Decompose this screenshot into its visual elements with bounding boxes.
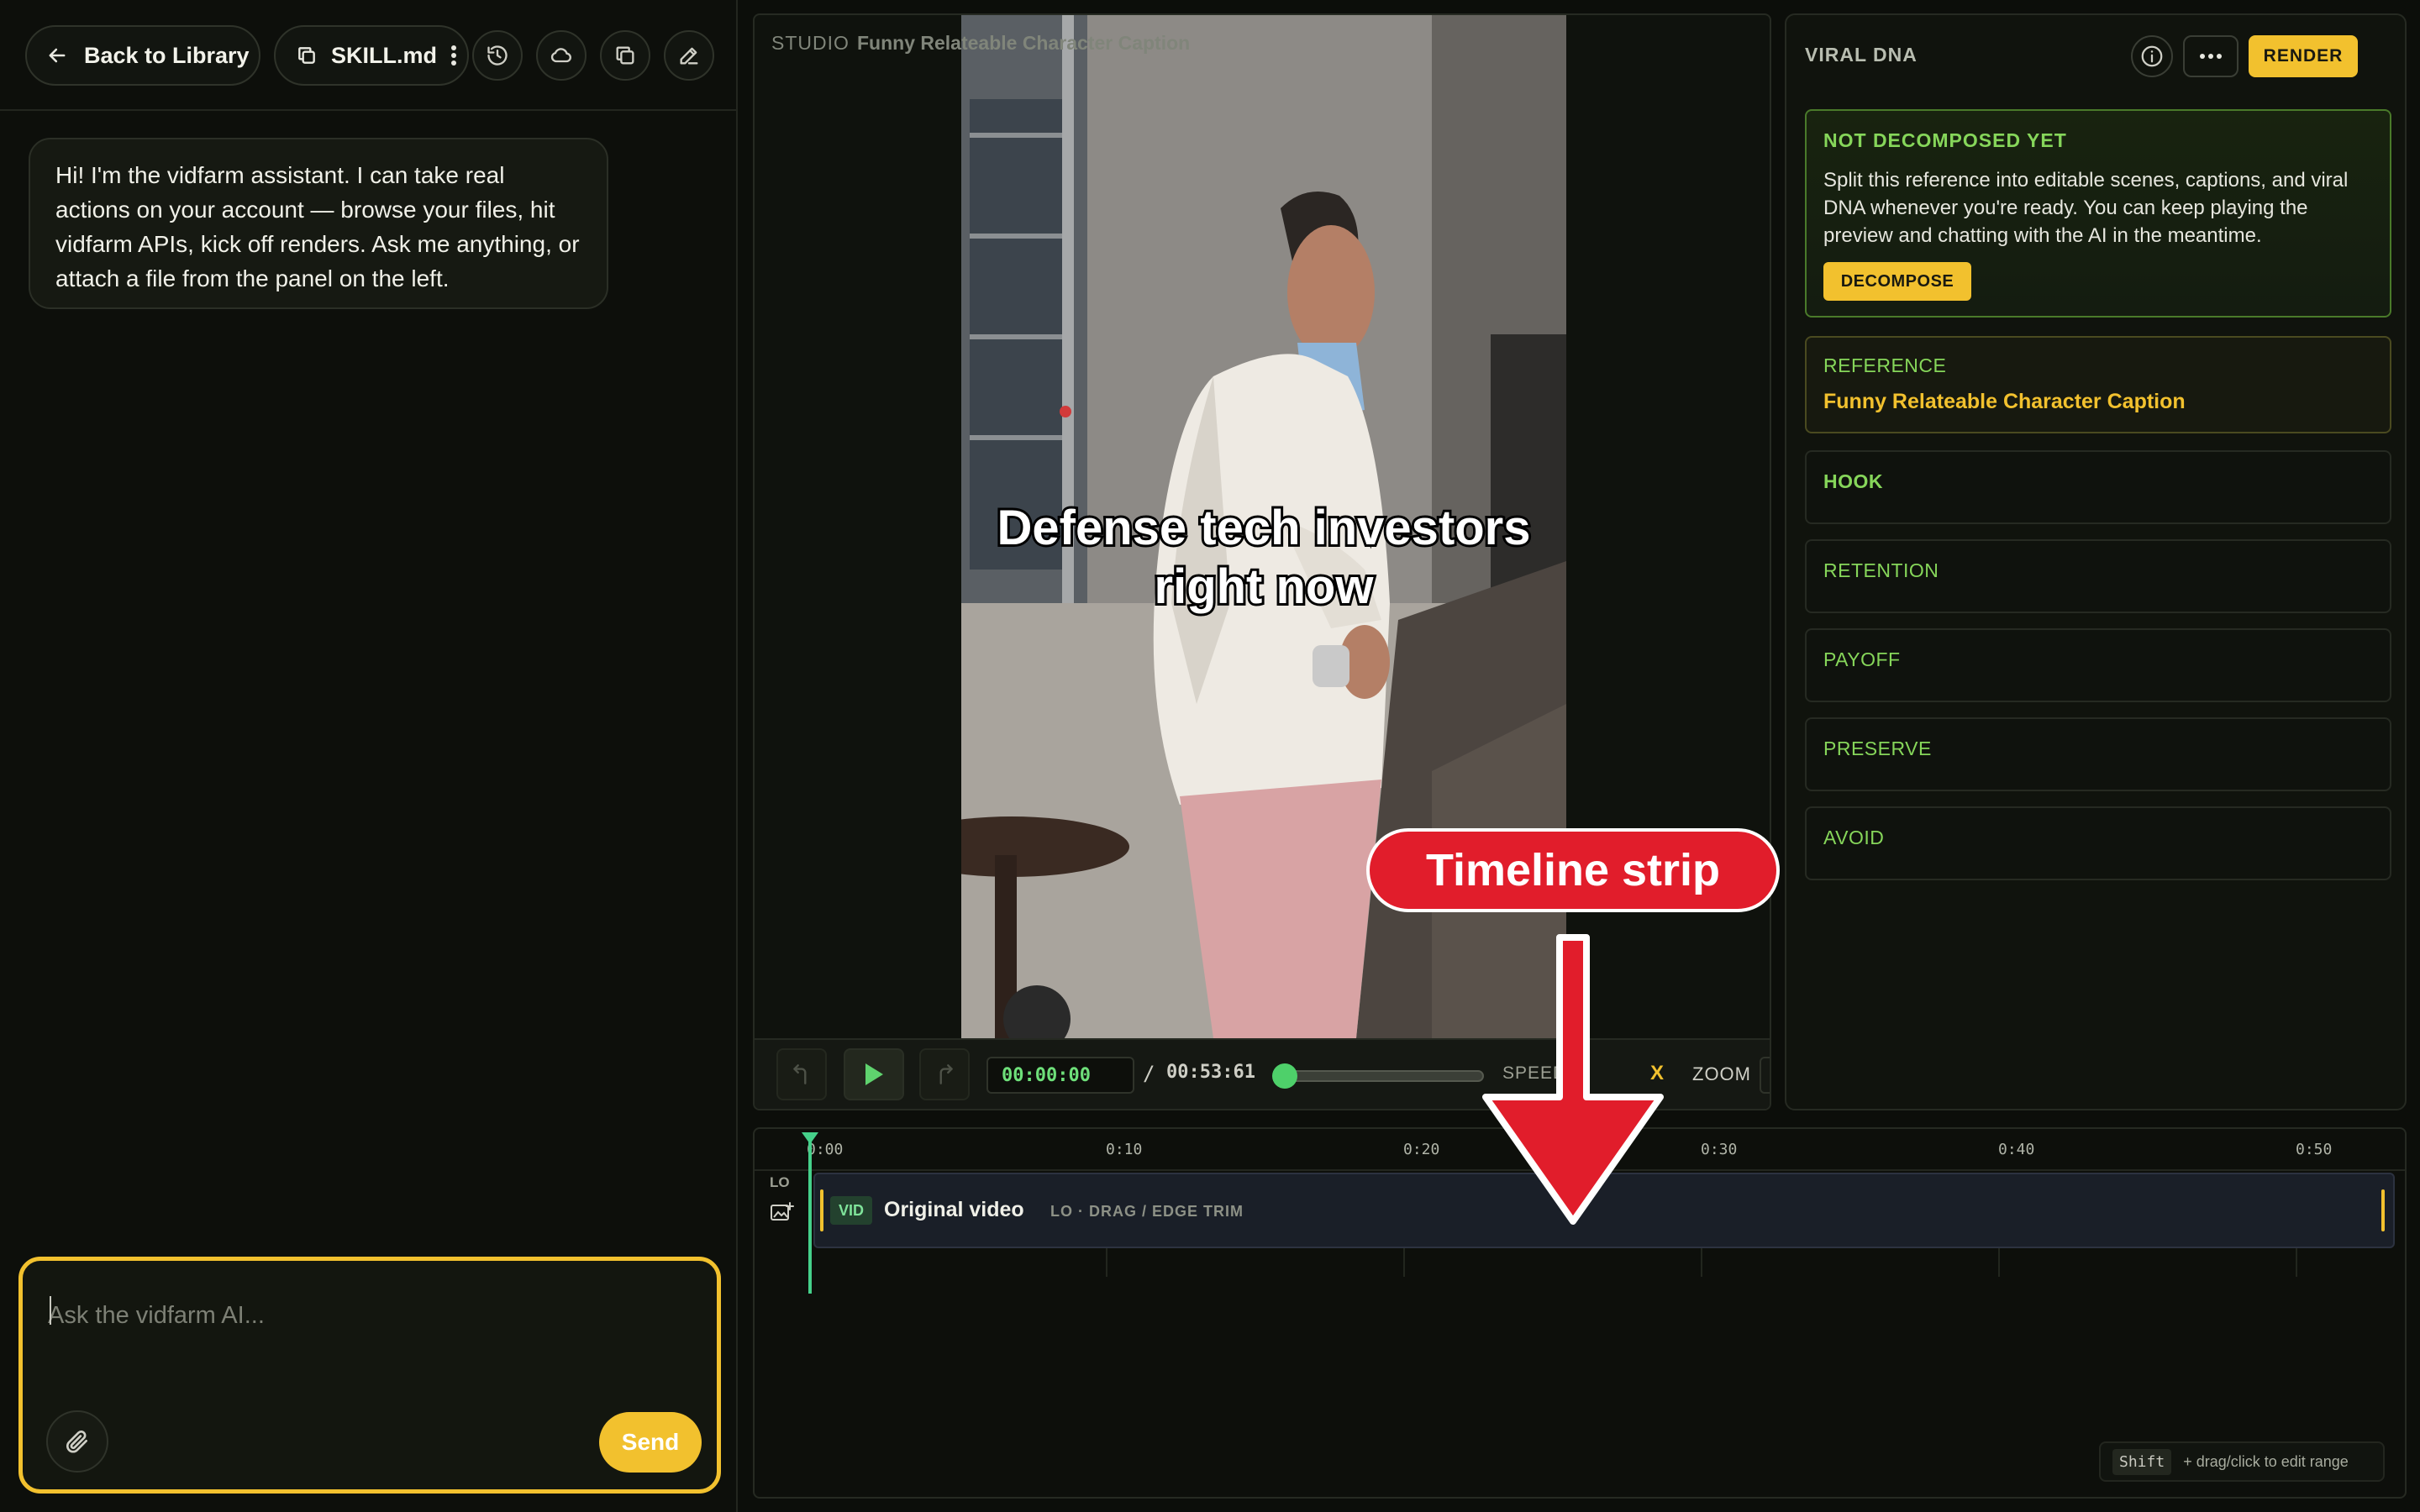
zoom-label: ZOOM (1692, 1063, 1751, 1084)
pencil-icon (677, 44, 701, 67)
playhead[interactable] (808, 1139, 812, 1294)
send-button[interactable]: Send (599, 1412, 702, 1473)
grid-line (1403, 1247, 1405, 1277)
info-icon (2139, 44, 2165, 69)
hint-text: + drag/click to edit range (2183, 1452, 2349, 1470)
status-body: Split this reference into editable scene… (1823, 169, 2349, 247)
trim-handle-left[interactable] (820, 1189, 823, 1231)
skill-more-button[interactable] (445, 40, 462, 71)
viral-dna-title: VIRAL DNA (1805, 44, 1918, 66)
annotation-callout: Timeline strip (1366, 828, 1780, 912)
duration: 00:53:61 (1166, 1062, 1255, 1083)
play-icon (863, 1062, 885, 1087)
section-hook[interactable]: HOOK (1805, 450, 2391, 524)
horizontal-dots-icon (2198, 52, 2223, 60)
clip-title: Original video (884, 1198, 1024, 1221)
duplicate-icon (613, 44, 637, 67)
tick-label: 0:10 (1106, 1141, 1143, 1158)
undo-icon (791, 1062, 813, 1087)
decompose-status-card: NOT DECOMPOSED YET Split this reference … (1805, 109, 2391, 318)
image-add-icon[interactable] (770, 1201, 795, 1223)
more-options-button[interactable] (2183, 35, 2238, 77)
duplicate-button[interactable] (600, 30, 650, 81)
tick-label: 0:40 (1998, 1141, 2035, 1158)
back-to-library-button[interactable]: Back to Library (25, 25, 260, 86)
play-button[interactable] (844, 1048, 904, 1100)
keyboard-hint: Shift + drag/click to edit range (2099, 1441, 2385, 1482)
status-title: NOT DECOMPOSED YET (1823, 129, 2067, 151)
text-caret (50, 1296, 51, 1325)
current-time[interactable]: 00:00:00 (986, 1057, 1134, 1094)
tick-label: 0:20 (1403, 1141, 1440, 1158)
skill-file-label: SKILL.md (331, 42, 437, 68)
zoom-control[interactable] (1760, 1057, 1770, 1094)
grid-line (1106, 1247, 1107, 1277)
chat-composer: Send (18, 1257, 721, 1494)
arrow-left-icon (45, 44, 69, 67)
tick-label: 0:50 (2296, 1141, 2333, 1158)
reference-label: REFERENCE (1823, 354, 1947, 376)
chat-toolbar: Back to Library SKILL.md (0, 0, 736, 111)
section-label: RETENTION (1823, 559, 1939, 581)
video-caption-line-2: right now (1155, 559, 1375, 614)
reference-value: Funny Relateable Character Caption (1823, 390, 2186, 413)
lane-label: LO (770, 1174, 790, 1190)
history-icon (486, 44, 509, 67)
tick-label: 0:30 (1701, 1141, 1738, 1158)
copy-file-icon (296, 45, 318, 66)
studio-title: Funny Relateable Character Caption (857, 32, 1191, 54)
info-button[interactable] (2131, 35, 2173, 77)
chat-input[interactable] (48, 1294, 687, 1336)
redo-icon (934, 1062, 955, 1087)
section-label: PRESERVE (1823, 738, 1932, 759)
grid-line (1998, 1247, 2000, 1277)
render-button[interactable]: RENDER (2249, 35, 2358, 77)
grid-line (2296, 1247, 2297, 1277)
attach-file-button[interactable] (46, 1410, 108, 1473)
clip-type-badge: VID (830, 1196, 872, 1225)
chat-panel: Back to Library SKILL.md Hi! I'm the vid… (0, 0, 738, 1512)
cloud-button[interactable] (536, 30, 587, 81)
section-retention[interactable]: RETENTION (1805, 539, 2391, 613)
back-to-library-label: Back to Library (84, 42, 250, 68)
undo-button[interactable] (776, 1048, 827, 1100)
vertical-dots-icon (445, 40, 462, 71)
reference-card[interactable]: REFERENCE Funny Relateable Character Cap… (1805, 336, 2391, 433)
section-label: PAYOFF (1823, 648, 1901, 670)
section-label: HOOK (1823, 470, 1883, 492)
section-avoid[interactable]: AVOID (1805, 806, 2391, 880)
section-label: AVOID (1823, 827, 1885, 848)
section-preserve[interactable]: PRESERVE (1805, 717, 2391, 791)
annotation-arrow-icon (1476, 932, 1670, 1226)
decompose-button[interactable]: DECOMPOSE (1823, 262, 1971, 301)
assistant-message: Hi! I'm the vidfarm assistant. I can tak… (29, 138, 608, 309)
cloud-icon (549, 44, 574, 67)
video-caption-line-1: Defense tech investors (997, 501, 1530, 555)
paperclip-icon (64, 1428, 91, 1455)
edit-button[interactable] (664, 30, 714, 81)
scrubber-track[interactable] (1282, 1070, 1484, 1082)
studio-label: STUDIO (771, 32, 850, 54)
grid-line (1701, 1247, 1702, 1277)
redo-button[interactable] (919, 1048, 970, 1100)
time-separator: / (1143, 1062, 1155, 1085)
clip-subtitle: LO · DRAG / EDGE TRIM (1050, 1203, 1244, 1220)
section-payoff[interactable]: PAYOFF (1805, 628, 2391, 702)
shift-key: Shift (2112, 1448, 2172, 1475)
viral-dna-panel: VIRAL DNA RENDER NOT DECOMPOSED YET Spli… (1785, 13, 2407, 1110)
scrubber-handle[interactable] (1272, 1063, 1297, 1089)
skill-file-button[interactable]: SKILL.md (274, 25, 469, 86)
trim-handle-right[interactable] (2381, 1189, 2385, 1231)
history-button[interactable] (472, 30, 523, 81)
